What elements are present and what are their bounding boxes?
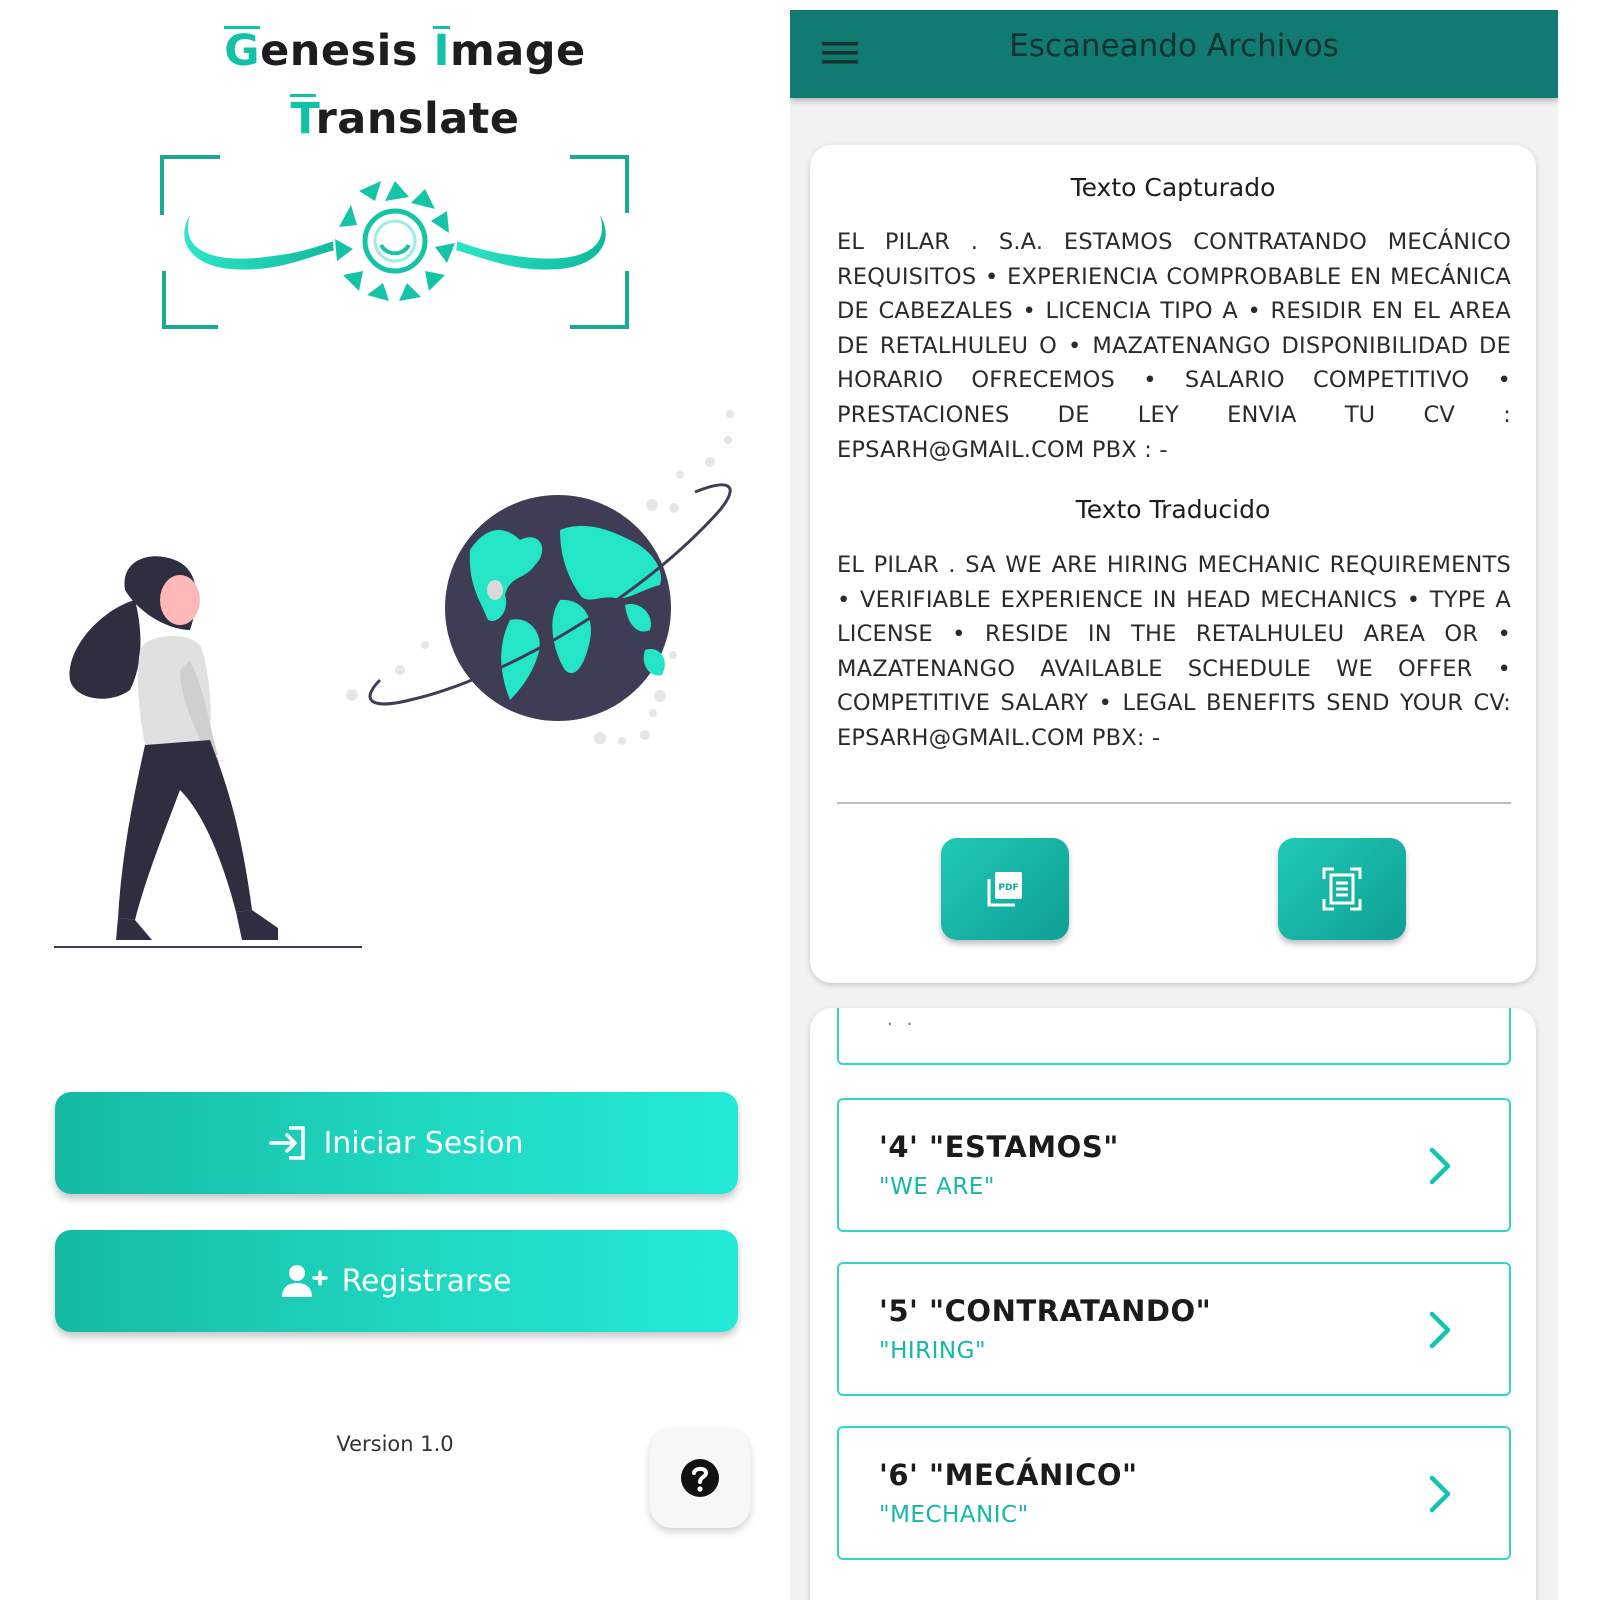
word-translation: "HIRING" (879, 1338, 987, 1364)
question-circle-icon (681, 1459, 719, 1497)
pdf-export-icon: PDF (987, 872, 1022, 907)
list-item[interactable]: · · (837, 1008, 1511, 1065)
scan-document-button[interactable] (1278, 838, 1406, 940)
export-pdf-button[interactable]: PDF (941, 838, 1069, 940)
word-original: '6' "MECÁNICO" (879, 1458, 1138, 1492)
app-title-line-2: Translate (0, 94, 810, 144)
login-button[interactable]: Iniciar Sesion (55, 1092, 738, 1194)
result-card: Texto Capturado EL PILAR . S.A. ESTAMOS … (810, 145, 1536, 983)
captured-text-body: EL PILAR . S.A. ESTAMOS CONTRATANDO MECÁ… (837, 229, 1511, 463)
left-swoosh (184, 215, 340, 270)
word-translation: "WE ARE" (879, 1174, 995, 1200)
title-word-translate: ranslate (315, 94, 520, 144)
title-initial-t: T (290, 94, 316, 144)
scan-screen: Escaneando Archivos Texto Capturado EL P… (790, 10, 1558, 1600)
login-arrow-icon (269, 1126, 306, 1160)
title-initial-g: G (224, 26, 261, 76)
woman-figure (69, 556, 278, 940)
card-divider (837, 802, 1511, 804)
translated-text-heading: Texto Traducido (1075, 495, 1271, 524)
chevron-right-icon (1429, 1147, 1451, 1185)
translated-text-body: EL PILAR . SA WE ARE HIRING MECHANIC REQ… (837, 552, 1511, 751)
title-word-image: mage (449, 26, 586, 76)
list-item-partial-text: · · (887, 1014, 917, 1035)
word-translation: "MECHANIC" (879, 1502, 1029, 1528)
app-title-line-1: Genesis Image (0, 26, 810, 76)
list-item[interactable]: '6' "MECÁNICO" "MECHANIC" (837, 1426, 1511, 1560)
word-original: '5' "CONTRATANDO" (879, 1294, 1212, 1328)
app-bar-title: Escaneando Archivos (1009, 28, 1339, 64)
woman-globe-illustration (54, 410, 734, 948)
word-original: '4' "ESTAMOS" (879, 1130, 1119, 1164)
globe-icon (346, 410, 734, 745)
eye-aperture-icon (333, 179, 457, 303)
document-scan-icon (1322, 867, 1362, 911)
app-bar: Escaneando Archivos (790, 10, 1558, 98)
login-screen: Genesis Image Translate Iniciar Sesion R… (0, 0, 780, 1600)
title-word-genesis: enesis (260, 26, 418, 76)
list-item[interactable]: '4' "ESTAMOS" "WE ARE" (837, 1098, 1511, 1232)
chevron-right-icon (1429, 1475, 1451, 1513)
app-logo (160, 155, 629, 329)
register-button-label: Registrarse (341, 1263, 512, 1299)
title-initial-i: I (433, 26, 450, 76)
svg-text:PDF: PDF (998, 883, 1018, 893)
login-button-label: Iniciar Sesion (323, 1125, 524, 1161)
register-button[interactable]: Registrarse (55, 1230, 738, 1332)
list-item[interactable]: '5' "CONTRATANDO" "HIRING" (837, 1262, 1511, 1396)
add-user-icon (281, 1265, 328, 1297)
right-swoosh (450, 215, 606, 270)
captured-text-heading: Texto Capturado (1070, 173, 1276, 202)
help-button[interactable] (650, 1428, 750, 1528)
word-list-card: · · '4' "ESTAMOS" "WE ARE" '5' "CONTRATA… (810, 1008, 1536, 1600)
chevron-right-icon (1429, 1311, 1451, 1349)
